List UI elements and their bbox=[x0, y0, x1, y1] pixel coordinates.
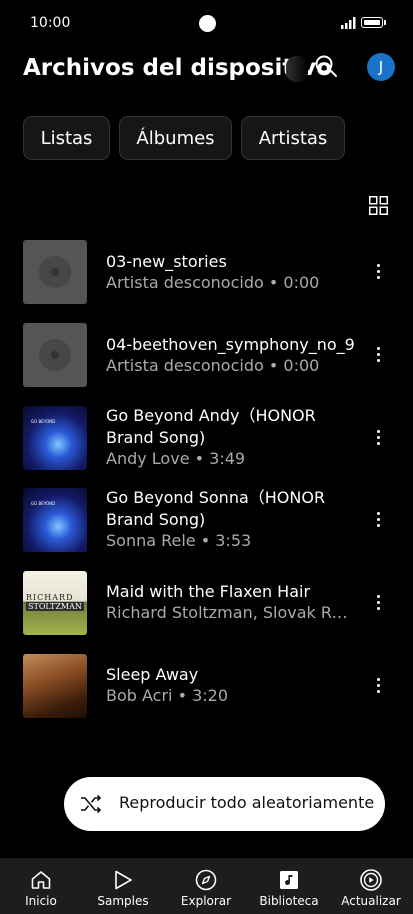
track-title: 03-new_stories bbox=[106, 252, 227, 271]
grid-view-icon[interactable] bbox=[369, 196, 388, 215]
status-bar: 10:00 bbox=[0, 0, 413, 48]
list-item[interactable]: GO BEYOND Go Beyond Andy（HONOR Brand Son… bbox=[0, 396, 413, 478]
nav-label: Explorar bbox=[180, 894, 232, 908]
album-art: GO BEYOND bbox=[23, 488, 87, 552]
track-subtitle: Andy Love • 3:49 bbox=[106, 449, 246, 468]
upgrade-icon bbox=[360, 869, 382, 891]
search-icon[interactable] bbox=[313, 53, 339, 79]
album-art: RICHARD STOLTZMAN bbox=[23, 571, 87, 635]
more-options-icon[interactable] bbox=[371, 344, 387, 366]
album-art-text: RICHARD bbox=[26, 593, 74, 602]
album-art: GO BEYOND bbox=[23, 406, 87, 470]
list-item[interactable]: 03-new_stories Artista desconocido • 0:0… bbox=[0, 232, 413, 314]
album-art-placeholder bbox=[23, 323, 87, 387]
list-item[interactable]: RICHARD STOLTZMAN Maid with the Flaxen H… bbox=[0, 560, 413, 642]
nav-explorar[interactable]: Explorar bbox=[165, 858, 247, 914]
shuffle-all-label: Reproducir todo aleatoriamente bbox=[119, 793, 375, 812]
bottom-navigation: Inicio Samples Explorar Biblioteca Actua… bbox=[0, 858, 413, 914]
chip-albumes[interactable]: Álbumes bbox=[119, 116, 232, 160]
nav-inicio[interactable]: Inicio bbox=[0, 858, 82, 914]
more-options-icon[interactable] bbox=[371, 427, 387, 449]
track-title: Go Beyond Sonna（HONOR Brand Song) bbox=[106, 488, 326, 529]
track-subtitle: Artista desconocido • 0:00 bbox=[106, 356, 320, 375]
album-art-placeholder bbox=[23, 240, 87, 304]
track-subtitle: Bob Acri • 3:20 bbox=[106, 686, 229, 705]
nav-samples[interactable]: Samples bbox=[82, 858, 164, 914]
nav-label: Samples bbox=[97, 894, 149, 908]
app-header: Archivos del dispositivo J bbox=[0, 48, 413, 98]
album-art-text: STOLTZMAN bbox=[26, 602, 84, 611]
chip-artistas[interactable]: Artistas bbox=[241, 116, 345, 160]
track-title: Go Beyond Andy（HONOR Brand Song) bbox=[106, 406, 316, 447]
camera-cutout bbox=[199, 15, 216, 32]
status-time: 10:00 bbox=[30, 15, 71, 31]
list-item[interactable]: GO BEYOND Go Beyond Sonna（HONOR Brand So… bbox=[0, 478, 413, 560]
title-overflow-fade bbox=[286, 56, 308, 82]
more-options-icon[interactable] bbox=[371, 592, 387, 614]
track-subtitle: Artista desconocido • 0:00 bbox=[106, 273, 320, 292]
library-icon bbox=[280, 871, 298, 889]
compass-icon bbox=[195, 869, 217, 891]
album-art-text: GO BEYOND bbox=[31, 419, 56, 424]
shuffle-icon bbox=[81, 794, 102, 814]
disc-icon bbox=[39, 256, 71, 288]
album-art-text: GO BEYOND bbox=[31, 501, 56, 506]
account-avatar[interactable]: J bbox=[367, 53, 395, 81]
disc-icon bbox=[39, 339, 71, 371]
nav-biblioteca[interactable]: Biblioteca bbox=[248, 858, 330, 914]
shuffle-all-button[interactable]: Reproducir todo aleatoriamente bbox=[64, 777, 385, 831]
more-options-icon[interactable] bbox=[371, 261, 387, 283]
more-options-icon[interactable] bbox=[371, 675, 387, 697]
nav-label: Inicio bbox=[25, 894, 57, 908]
track-title: Maid with the Flaxen Hair bbox=[106, 582, 311, 601]
battery-tip bbox=[384, 20, 386, 25]
battery-icon bbox=[361, 17, 383, 28]
list-item[interactable]: 04-beethoven_symphony_no_9 Artista desco… bbox=[0, 314, 413, 396]
nav-label: Actualizar bbox=[341, 894, 401, 908]
signal-icon bbox=[341, 17, 356, 29]
samples-icon bbox=[115, 870, 132, 890]
track-subtitle: Richard Stoltzman, Slovak Radi… bbox=[106, 603, 354, 622]
track-title: 04-beethoven_symphony_no_9 bbox=[106, 335, 355, 354]
more-options-icon[interactable] bbox=[371, 509, 387, 531]
home-icon bbox=[31, 871, 51, 889]
album-art bbox=[23, 654, 87, 718]
nav-label: Biblioteca bbox=[259, 894, 319, 908]
list-item[interactable]: Sleep Away Bob Acri • 3:20 bbox=[0, 642, 413, 724]
track-title: Sleep Away bbox=[106, 665, 199, 684]
chip-listas[interactable]: Listas bbox=[23, 116, 110, 160]
track-subtitle: Sonna Rele • 3:53 bbox=[106, 531, 252, 550]
nav-actualizar[interactable]: Actualizar bbox=[330, 858, 412, 914]
